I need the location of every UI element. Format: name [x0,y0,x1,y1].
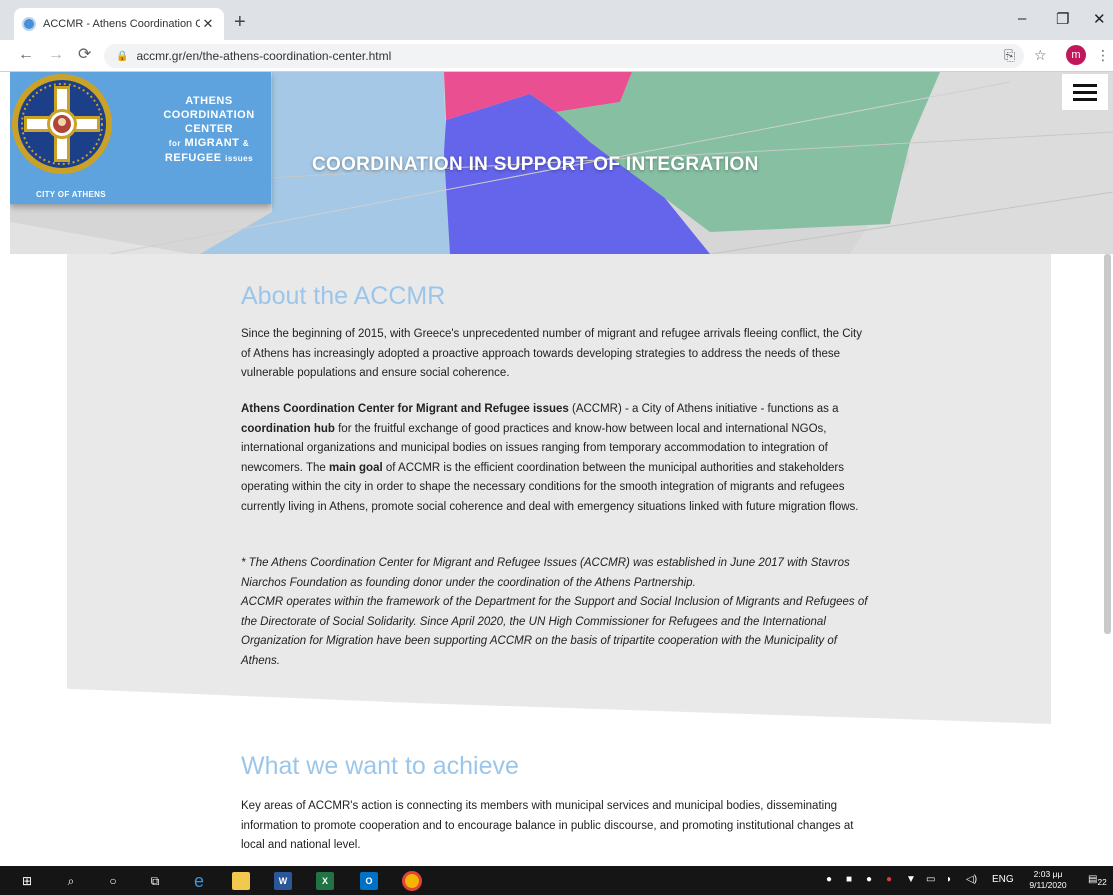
language-indicator[interactable]: ENG [992,874,1014,885]
reload-icon[interactable]: ⟳ [78,46,91,64]
achieve-paragraph-1: Key areas of ACCMR's action is connectin… [241,800,854,852]
translate-icon[interactable]: ⎘ [1004,47,1015,64]
window-close-button[interactable]: ✕ [1093,10,1106,28]
achieve-heading: What we want to achieve [241,752,519,780]
back-arrow-icon[interactable]: ← [18,46,34,64]
notifications-icon[interactable]: ▤22 [1088,874,1107,887]
site-logo[interactable]: CITY OF ATHENS ATHENS COORDINATION CENTE… [10,72,271,204]
tray-volume-icon[interactable]: ◁) [966,874,977,885]
window-restore-button[interactable]: ❐ [1056,10,1069,28]
address-bar-url: accmr.gr/en/the-athens-coordination-cent… [136,49,392,63]
tab-title: ACCMR - Athens Coordination C [43,18,200,30]
tray-app-icon[interactable]: ● [886,874,892,885]
tray-network-icon[interactable]: ▼ [906,874,916,885]
browser-tab-strip: ACCMR - Athens Coordination C ✕ + – ❐ ✕ [0,0,1113,40]
accmr-name-bold: Athens Coordination Center for Migrant a… [241,403,569,415]
about-paragraph-1: Since the beginning of 2015, with Greece… [241,328,863,380]
window-minimize-button[interactable]: – [1018,10,1026,27]
main-goal-bold: main goal [329,461,383,474]
cortana-icon[interactable]: ○ [104,872,122,890]
tray-battery-icon[interactable]: ▭ [926,874,935,885]
edge-browser-icon[interactable]: e [190,871,208,891]
menu-hamburger-icon[interactable] [1062,74,1108,110]
tab-close-icon[interactable]: ✕ [200,16,216,32]
task-view-icon[interactable]: ⧉ [146,872,164,890]
address-bar[interactable]: 🔒 accmr.gr/en/the-athens-coordination-ce… [104,44,1024,68]
browser-toolbar: ← → ⟳ 🔒 accmr.gr/en/the-athens-coordinat… [0,40,1113,72]
page-scrollbar[interactable] [1104,254,1111,634]
city-seal-icon [12,74,112,174]
logo-line: COORDINATION [163,109,255,121]
clock-time: 2:03 μμ [1033,869,1063,879]
browser-tab[interactable]: ACCMR - Athens Coordination C ✕ [14,8,224,40]
tray-app-icon[interactable]: ■ [846,874,852,885]
logo-line: ATHENS [185,95,233,107]
about-footnote-2: ACCMR operates within the framework of t… [241,596,868,667]
tray-app-icon[interactable]: ● [826,874,832,885]
logo-line: REFUGEE issues [164,152,254,164]
coordination-hub-bold: coordination hub [241,422,335,435]
taskbar-clock[interactable]: 2:03 μμ 9/11/2020 [1024,869,1072,891]
forward-arrow-icon[interactable]: → [48,46,64,64]
profile-avatar[interactable]: m [1066,45,1086,65]
about-heading: About the ACCMR [241,282,446,310]
tray-wifi-icon[interactable]: ◗ [946,874,952,885]
lock-icon: 🔒 [116,50,129,62]
hero-title: COORDINATION IN SUPPORT OF INTEGRATION [312,154,759,175]
word-icon[interactable]: W [274,872,292,890]
chrome-icon[interactable] [402,871,422,891]
logo-line: for MIGRANT & [168,137,250,149]
outlook-icon[interactable]: O [360,872,378,890]
bookmark-star-icon[interactable]: ☆ [1034,47,1047,64]
excel-icon[interactable]: X [316,872,334,890]
about-footnote-1: * The Athens Coordination Center for Mig… [241,557,850,589]
about-paragraph-2: Athens Coordination Center for Migrant a… [241,403,859,513]
city-of-athens-label: CITY OF ATHENS [36,190,106,199]
file-explorer-icon[interactable] [232,872,250,890]
windows-taskbar: ⊞ ⌕ ○ ⧉ e W X O ● ■ ● ● ▼ ▭ ◗ ◁) ENG 2:0… [0,866,1113,895]
windows-start-icon[interactable]: ⊞ [18,872,36,890]
logo-text: ATHENS COORDINATION CENTER for MIGRANT &… [150,94,268,166]
tray-app-icon[interactable]: ● [866,874,872,885]
browser-menu-icon[interactable]: ⋮ [1096,47,1110,64]
hero-banner: COORDINATION IN SUPPORT OF INTEGRATION C… [10,72,1113,254]
new-tab-button[interactable]: + [234,12,246,32]
logo-line: CENTER [184,123,234,135]
search-icon[interactable]: ⌕ [62,872,80,890]
site-favicon-icon [22,17,36,31]
clock-date: 9/11/2020 [1029,880,1067,890]
